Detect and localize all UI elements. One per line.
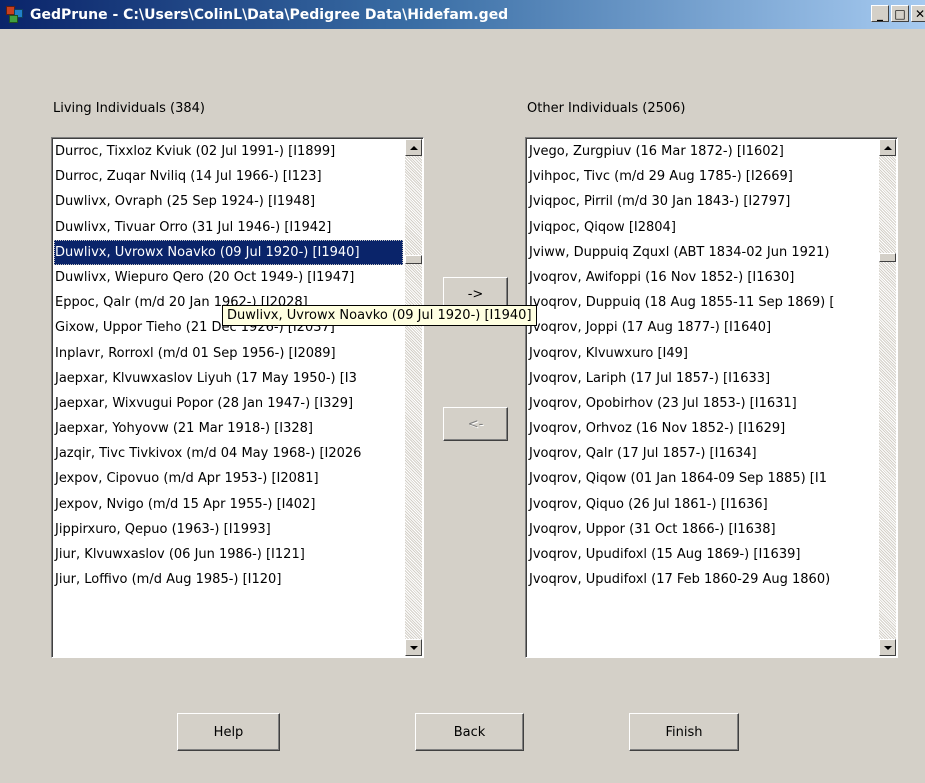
list-item[interactable]: Jvoqrov, Awifoppi (16 Nov 1852-) [I1630] [528, 265, 877, 290]
help-button[interactable]: Help [177, 713, 280, 751]
close-icon[interactable]: ✕ [911, 5, 925, 22]
scroll-down-button[interactable] [405, 639, 422, 656]
list-item[interactable]: Jvihpoc, Tivc (m/d 29 Aug 1785-) [I2669] [528, 164, 877, 189]
list-item[interactable]: Jvoqrov, Opobirhov (23 Jul 1853-) [I1631… [528, 391, 877, 416]
list-item[interactable]: Jaepxar, Yohyovw (21 Mar 1918-) [I328] [54, 416, 403, 441]
list-item[interactable]: Jvoqrov, Joppi (17 Aug 1877-) [I1640] [528, 315, 877, 340]
list-item[interactable]: Jvoqrov, Qiquo (26 Jul 1861-) [I1636] [528, 492, 877, 517]
list-item[interactable]: Jiur, Klvuwxaslov (06 Jun 1986-) [I121] [54, 542, 403, 567]
other-individuals-label: Other Individuals (2506) [527, 101, 686, 116]
list-item[interactable]: Jviqpoc, Qiqow [I2804] [528, 215, 877, 240]
list-item[interactable]: Duwlivx, Uvrowx Noavko (09 Jul 1920-) [I… [54, 239, 403, 265]
list-item[interactable]: Jexpov, Cipovuo (m/d Apr 1953-) [I2081] [54, 466, 403, 491]
list-item[interactable]: Jvoqrov, Duppuiq (18 Aug 1855-11 Sep 186… [528, 290, 877, 315]
window-controls: _ □ ✕ [871, 5, 925, 22]
arrow-up-icon [883, 145, 892, 150]
other-list-scrollbar[interactable] [879, 139, 896, 656]
other-individuals-items: Jvego, Zurgpiuv (16 Mar 1872-) [I1602] Jv… [528, 139, 877, 657]
move-left-button[interactable]: <- [443, 407, 508, 441]
list-item[interactable]: Jexpov, Nvigo (m/d 15 Apr 1955-) [I402] [54, 492, 403, 517]
back-button[interactable]: Back [415, 713, 524, 751]
item-tooltip: Duwlivx, Uvrowx Noavko (09 Jul 1920-) [I… [222, 305, 537, 326]
scroll-down-button[interactable] [879, 639, 896, 656]
scrollbar-thumb[interactable] [879, 253, 896, 262]
maximize-icon[interactable]: □ [891, 5, 909, 22]
living-individuals-list[interactable]: Durroc, Tixxloz Kviuk (02 Jul 1991-) [I1… [51, 137, 424, 658]
arrow-up-icon [409, 145, 418, 150]
list-item[interactable]: Inplavr, Rorroxl (m/d 01 Sep 1956-) [I20… [54, 341, 403, 366]
list-item[interactable]: Jippirxuro, Qepuo (1963-) [I1993] [54, 517, 403, 542]
list-item[interactable]: Jvoqrov, Lariph (17 Jul 1857-) [I1633] [528, 366, 877, 391]
list-item[interactable]: Jiur, Loffivo (m/d Aug 1985-) [I120] [54, 567, 403, 592]
app-icon [6, 5, 24, 24]
scrollbar-thumb[interactable] [405, 255, 422, 264]
list-item[interactable]: Durroc, Zuqar Nviliq (14 Jul 1966-) [I12… [54, 164, 403, 189]
finish-button[interactable]: Finish [629, 713, 739, 751]
list-item[interactable]: Duwlivx, Ovraph (25 Sep 1924-) [I1948] [54, 189, 403, 214]
list-item[interactable]: Jaepxar, Klvuwxaslov Liyuh (17 May 1950-… [54, 366, 403, 391]
living-individuals-label: Living Individuals (384) [53, 101, 205, 116]
list-item[interactable]: Jazqir, Tivc Tivkivox (m/d 04 May 1968-)… [54, 441, 403, 466]
arrow-down-icon [883, 645, 892, 650]
list-item[interactable]: Jvoqrov, Uppor (31 Oct 1866-) [I1638] [528, 517, 877, 542]
list-item[interactable]: Durroc, Tixxloz Kviuk (02 Jul 1991-) [I1… [54, 139, 403, 164]
list-item[interactable]: Jvoqrov, Qiqow (01 Jan 1864-09 Sep 1885)… [528, 466, 877, 491]
arrow-down-icon [409, 645, 418, 650]
list-item[interactable]: Jvoqrov, Orhvoz (16 Nov 1852-) [I1629] [528, 416, 877, 441]
scroll-up-button[interactable] [405, 139, 422, 156]
living-individuals-items: Durroc, Tixxloz Kviuk (02 Jul 1991-) [I1… [54, 139, 403, 657]
window-title: GedPrune - C:\Users\ColinL\Data\Pedigree… [30, 6, 509, 23]
living-list-scrollbar[interactable] [405, 139, 422, 656]
list-item[interactable]: Duwlivx, Wiepuro Qero (20 Oct 1949-) [I1… [54, 265, 403, 290]
other-individuals-list[interactable]: Jvego, Zurgpiuv (16 Mar 1872-) [I1602] Jv… [525, 137, 898, 658]
list-item[interactable]: Jviqpoc, Pirril (m/d 30 Jan 1843-) [I279… [528, 189, 877, 214]
list-item[interactable]: Jvoqrov, Upudifoxl (17 Feb 1860-29 Aug 1… [528, 567, 877, 592]
list-item[interactable]: Duwlivx, Tivuar Orro (31 Jul 1946-) [I19… [54, 215, 403, 240]
list-item[interactable]: Jvoqrov, Klvuwxuro [I49] [528, 341, 877, 366]
list-item[interactable]: Jvego, Zurgpiuv (16 Mar 1872-) [I1602] [528, 139, 877, 164]
scroll-up-button[interactable] [879, 139, 896, 156]
list-item[interactable]: Jviww, Duppuiq Zquxl (ABT 1834-02 Jun 19… [528, 240, 877, 265]
minimize-icon[interactable]: _ [871, 5, 889, 22]
list-item[interactable]: Jaepxar, Wixvugui Popor (28 Jan 1947-) [… [54, 391, 403, 416]
list-item[interactable]: Jvoqrov, Qalr (17 Jul 1857-) [I1634] [528, 441, 877, 466]
title-bar: GedPrune - C:\Users\ColinL\Data\Pedigree… [0, 0, 925, 29]
list-item[interactable]: Jvoqrov, Upudifoxl (15 Aug 1869-) [I1639… [528, 542, 877, 567]
